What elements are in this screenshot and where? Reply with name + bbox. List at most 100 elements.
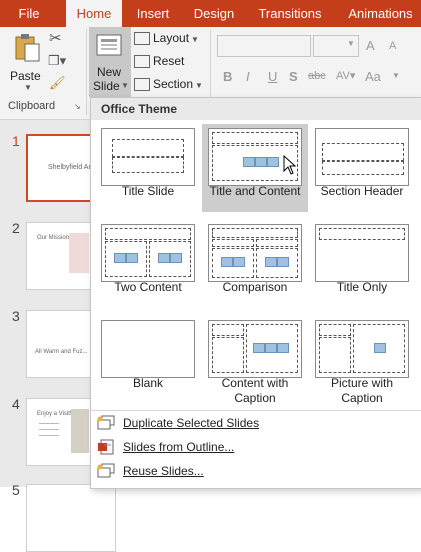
layout-name: Title and Content bbox=[209, 184, 301, 198]
slide-thumbnail-image bbox=[69, 233, 89, 273]
layout-preview bbox=[208, 320, 302, 378]
menu-item-label: Slides from Outline... bbox=[123, 440, 235, 454]
layout-name: Section Header bbox=[320, 184, 404, 198]
placeholder-box bbox=[256, 239, 298, 247]
layout-comparison[interactable]: Comparison bbox=[202, 220, 308, 308]
italic-button[interactable]: I bbox=[246, 69, 250, 84]
layout-name: Two Content bbox=[114, 280, 182, 294]
placeholder-box bbox=[112, 139, 184, 157]
new-slide-label: New bbox=[97, 65, 122, 79]
layout-preview bbox=[315, 320, 409, 378]
change-case-button[interactable]: Aa bbox=[365, 69, 381, 84]
content-icon bbox=[221, 257, 233, 267]
slide-number: 2 bbox=[12, 220, 20, 236]
placeholder-box bbox=[212, 324, 244, 336]
layout-preview bbox=[208, 224, 302, 282]
layout-name: Title Only bbox=[336, 280, 388, 294]
content-icon bbox=[277, 343, 289, 353]
grow-font-icon[interactable]: A bbox=[366, 38, 375, 53]
layout-chevron-icon: ▼ bbox=[191, 35, 199, 44]
layout-name: Content with Caption bbox=[221, 376, 289, 405]
font-name-box[interactable] bbox=[217, 35, 311, 57]
shadow-button[interactable]: S bbox=[289, 69, 298, 84]
placeholder-box bbox=[319, 324, 351, 336]
change-case-chevron-icon: ▼ bbox=[392, 71, 400, 80]
placeholder-box bbox=[105, 228, 191, 240]
paste-button[interactable]: Paste ▼ bbox=[8, 31, 48, 95]
layout-content-with-caption[interactable]: Content with Caption bbox=[202, 316, 308, 405]
tab-design[interactable]: Design bbox=[186, 0, 242, 27]
layout-title-slide[interactable]: Title Slide bbox=[95, 124, 201, 212]
slide-thumbnail-line bbox=[39, 423, 59, 424]
ribbon-tab-bar: File Home Insert Design Transitions Anim… bbox=[0, 0, 421, 27]
layout-preview bbox=[101, 224, 195, 282]
layout-name: Picture with Caption bbox=[330, 376, 394, 405]
tab-home[interactable]: Home bbox=[66, 0, 122, 27]
new-slide-layout-gallery: Office Theme Title Slide Title and Conte… bbox=[90, 97, 421, 489]
paste-chevron-icon: ▼ bbox=[24, 83, 32, 92]
layout-label: Layout bbox=[153, 31, 190, 45]
content-icon bbox=[265, 257, 277, 267]
duplicate-slides-icon bbox=[97, 415, 115, 430]
dialog-launcher-icon[interactable]: ↘ bbox=[74, 102, 81, 111]
layout-section-header[interactable]: Section Header bbox=[309, 124, 415, 212]
duplicate-selected-slides-item[interactable]: Duplicate Selected Slides bbox=[95, 412, 415, 434]
bold-button[interactable]: B bbox=[223, 69, 232, 84]
reset-button[interactable]: Reset bbox=[134, 54, 184, 72]
content-icon bbox=[170, 253, 182, 263]
content-icon bbox=[114, 253, 126, 263]
placeholder-box bbox=[322, 143, 404, 161]
layout-preview bbox=[315, 128, 409, 186]
layout-title-only[interactable]: Title Only bbox=[309, 220, 415, 308]
mouse-pointer-icon bbox=[283, 155, 297, 175]
layout-icon bbox=[134, 32, 150, 46]
content-icon bbox=[126, 253, 138, 263]
slide-thumbnail-line bbox=[39, 429, 59, 430]
slides-from-outline-item[interactable]: Slides from Outline... bbox=[95, 436, 415, 458]
tab-insert[interactable]: Insert bbox=[128, 0, 178, 27]
format-painter-icon[interactable]: 🖌 bbox=[49, 75, 66, 91]
layout-button[interactable]: Layout ▼ bbox=[134, 31, 199, 49]
copy-icon[interactable]: ❐▾ bbox=[48, 53, 66, 69]
content-icon bbox=[255, 157, 267, 167]
slide-number: 1 bbox=[12, 133, 20, 149]
slide-thumbnail-5[interactable] bbox=[26, 484, 116, 552]
tab-animations[interactable]: Animations bbox=[340, 0, 421, 27]
placeholder-box bbox=[212, 337, 244, 373]
slide-thumbnail-title: All Warm and Fuz... bbox=[35, 349, 88, 355]
tab-transitions[interactable]: Transitions bbox=[250, 0, 330, 27]
content-icon bbox=[277, 257, 289, 267]
paste-icon bbox=[15, 34, 40, 62]
paste-label: Paste bbox=[10, 69, 41, 83]
reset-label: Reset bbox=[153, 54, 185, 68]
content-icon bbox=[158, 253, 170, 263]
slide-number: 4 bbox=[12, 396, 20, 412]
slide-thumbnail-line bbox=[39, 435, 59, 436]
picture-icon bbox=[374, 343, 386, 353]
cut-icon[interactable]: ✂ bbox=[49, 29, 62, 47]
new-slide-icon bbox=[96, 34, 122, 56]
character-spacing-icon[interactable]: AV▾ bbox=[336, 69, 355, 82]
menu-item-label: Reuse Slides... bbox=[123, 464, 204, 478]
new-slide-label-2: Slide bbox=[93, 79, 120, 93]
section-chevron-icon: ▼ bbox=[195, 81, 203, 90]
section-label: Section bbox=[153, 77, 194, 91]
slide-thumbnail-title: Enjoy a Visit! bbox=[37, 411, 72, 417]
reuse-slides-icon bbox=[97, 463, 115, 478]
new-slide-button[interactable]: New Slide ▼ bbox=[89, 27, 131, 97]
layout-two-content[interactable]: Two Content bbox=[95, 220, 201, 308]
layout-blank[interactable]: Blank bbox=[95, 316, 201, 404]
reuse-slides-item[interactable]: Reuse Slides... bbox=[95, 460, 415, 482]
font-size-chevron-icon: ▼ bbox=[347, 39, 355, 48]
slide-number: 3 bbox=[12, 308, 20, 324]
content-icon bbox=[253, 343, 265, 353]
strikethrough-button[interactable]: abc bbox=[308, 70, 326, 82]
content-icon bbox=[233, 257, 245, 267]
shrink-font-icon[interactable]: A bbox=[389, 40, 396, 52]
section-button[interactable]: Section ▼ bbox=[134, 77, 203, 95]
section-icon bbox=[134, 78, 150, 92]
layout-picture-with-caption[interactable]: Picture with Caption bbox=[309, 316, 415, 405]
placeholder-box bbox=[112, 157, 184, 173]
tab-file[interactable]: File bbox=[0, 0, 58, 27]
underline-button[interactable]: U bbox=[268, 69, 277, 84]
